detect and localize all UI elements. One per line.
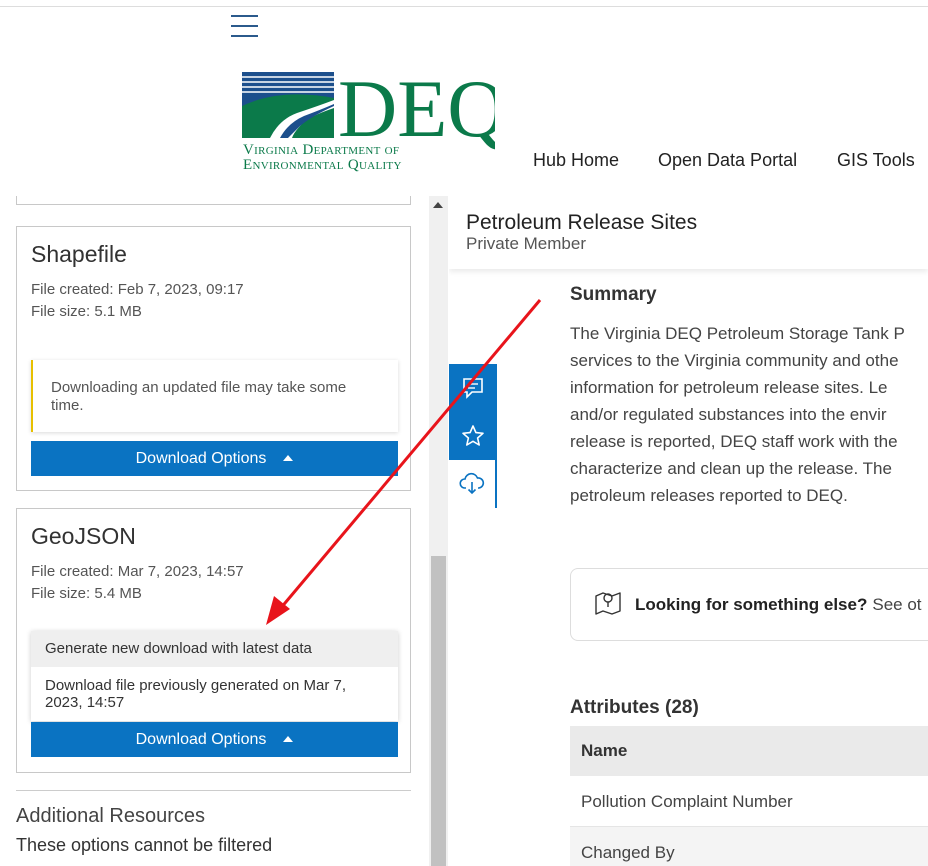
top-border — [0, 0, 928, 7]
summary-line: release is reported, DEQ staff work with… — [570, 432, 898, 451]
geojson-created: File created: Mar 7, 2023, 14:57 — [31, 563, 244, 580]
download-options-label: Download Options — [135, 449, 267, 467]
download-options-menu: Generate new download with latest data D… — [31, 631, 398, 721]
geojson-download-options-button[interactable]: Download Options — [31, 722, 398, 757]
summary-line: The Virginia DEQ Petroleum Storage Tank … — [570, 324, 905, 343]
looking-bold-text: Looking for something else? — [635, 594, 868, 614]
caret-up-icon — [283, 735, 294, 742]
previous-card — [16, 196, 411, 205]
summary-text: The Virginia DEQ Petroleum Storage Tank … — [570, 320, 928, 509]
summary-line: petroleum releases reported to DEQ. — [570, 486, 848, 505]
table-header-name[interactable]: Name — [570, 726, 928, 776]
looking-link-text[interactable]: See ot — [872, 595, 921, 615]
table-row[interactable]: Changed By — [570, 827, 928, 866]
map-pin-icon — [593, 588, 623, 621]
summary-line: information for petroleum release sites.… — [570, 378, 888, 397]
summary-line: services to the Virginia community and o… — [570, 351, 899, 370]
attributes-heading: Attributes (28) — [570, 697, 699, 718]
attributes-table: Name Pollution Complaint Number Changed … — [570, 726, 928, 866]
additional-resources-subtitle: These options cannot be filtered — [16, 835, 273, 855]
scroll-thumb[interactable] — [431, 556, 446, 866]
dataset-panel: Petroleum Release Sites Private Member S… — [449, 196, 928, 866]
table-row[interactable]: Pollution Complaint Number — [570, 776, 928, 827]
deq-logo[interactable]: DEQ Virginia Department of Environmental… — [240, 63, 507, 176]
side-action-bar — [449, 364, 497, 511]
geojson-card: GeoJSON File created: Mar 7, 2023, 14:57… — [16, 508, 411, 773]
shapefile-title: Shapefile — [31, 241, 127, 267]
dataset-title: Petroleum Release Sites — [466, 211, 698, 234]
summary-line: characterize and clean up the release. T… — [570, 459, 892, 478]
scroll-up-arrow-icon[interactable] — [433, 202, 443, 208]
dataset-header: Petroleum Release Sites Private Member — [449, 196, 928, 269]
nav-hub-home[interactable]: Hub Home — [533, 150, 619, 171]
geojson-size: File size: 5.4 MB — [31, 585, 142, 602]
summary-line: and/or regulated substances into the env… — [570, 405, 887, 424]
panel-scrollbar[interactable] — [429, 196, 448, 866]
menu-hamburger-icon[interactable] — [231, 15, 258, 39]
menu-item-download-previous[interactable]: Download file previously generated on Ma… — [31, 667, 398, 721]
shapefile-created: File created: Feb 7, 2023, 09:17 — [31, 281, 244, 298]
looking-for-something-else-box[interactable]: Looking for something else? See ot — [570, 568, 928, 641]
summary-heading: Summary — [570, 284, 657, 305]
shapefile-size: File size: 5.1 MB — [31, 303, 142, 320]
nav-gis-tools[interactable]: GIS Tools — [837, 150, 915, 171]
logo-line2: Environmental Quality — [243, 157, 402, 173]
caret-up-icon — [283, 454, 294, 461]
cloud-download-icon[interactable] — [449, 460, 497, 508]
dataset-owner: Private Member — [466, 234, 586, 253]
nav-open-data-portal[interactable]: Open Data Portal — [658, 150, 797, 171]
section-divider — [16, 790, 411, 791]
geojson-title: GeoJSON — [31, 523, 136, 549]
logo-line1: Virginia Department of — [243, 142, 399, 158]
comment-icon[interactable] — [449, 364, 497, 412]
additional-resources-heading: Additional Resources — [16, 805, 205, 827]
update-notice: Downloading an updated file may take som… — [31, 360, 398, 432]
menu-item-generate-new[interactable]: Generate new download with latest data — [31, 631, 398, 667]
shapefile-card: Shapefile File created: Feb 7, 2023, 09:… — [16, 226, 411, 491]
download-panel: Shapefile File created: Feb 7, 2023, 09:… — [0, 196, 428, 866]
star-icon[interactable] — [449, 412, 497, 460]
download-options-label: Download Options — [135, 730, 267, 748]
shapefile-download-options-button[interactable]: Download Options — [31, 441, 398, 476]
